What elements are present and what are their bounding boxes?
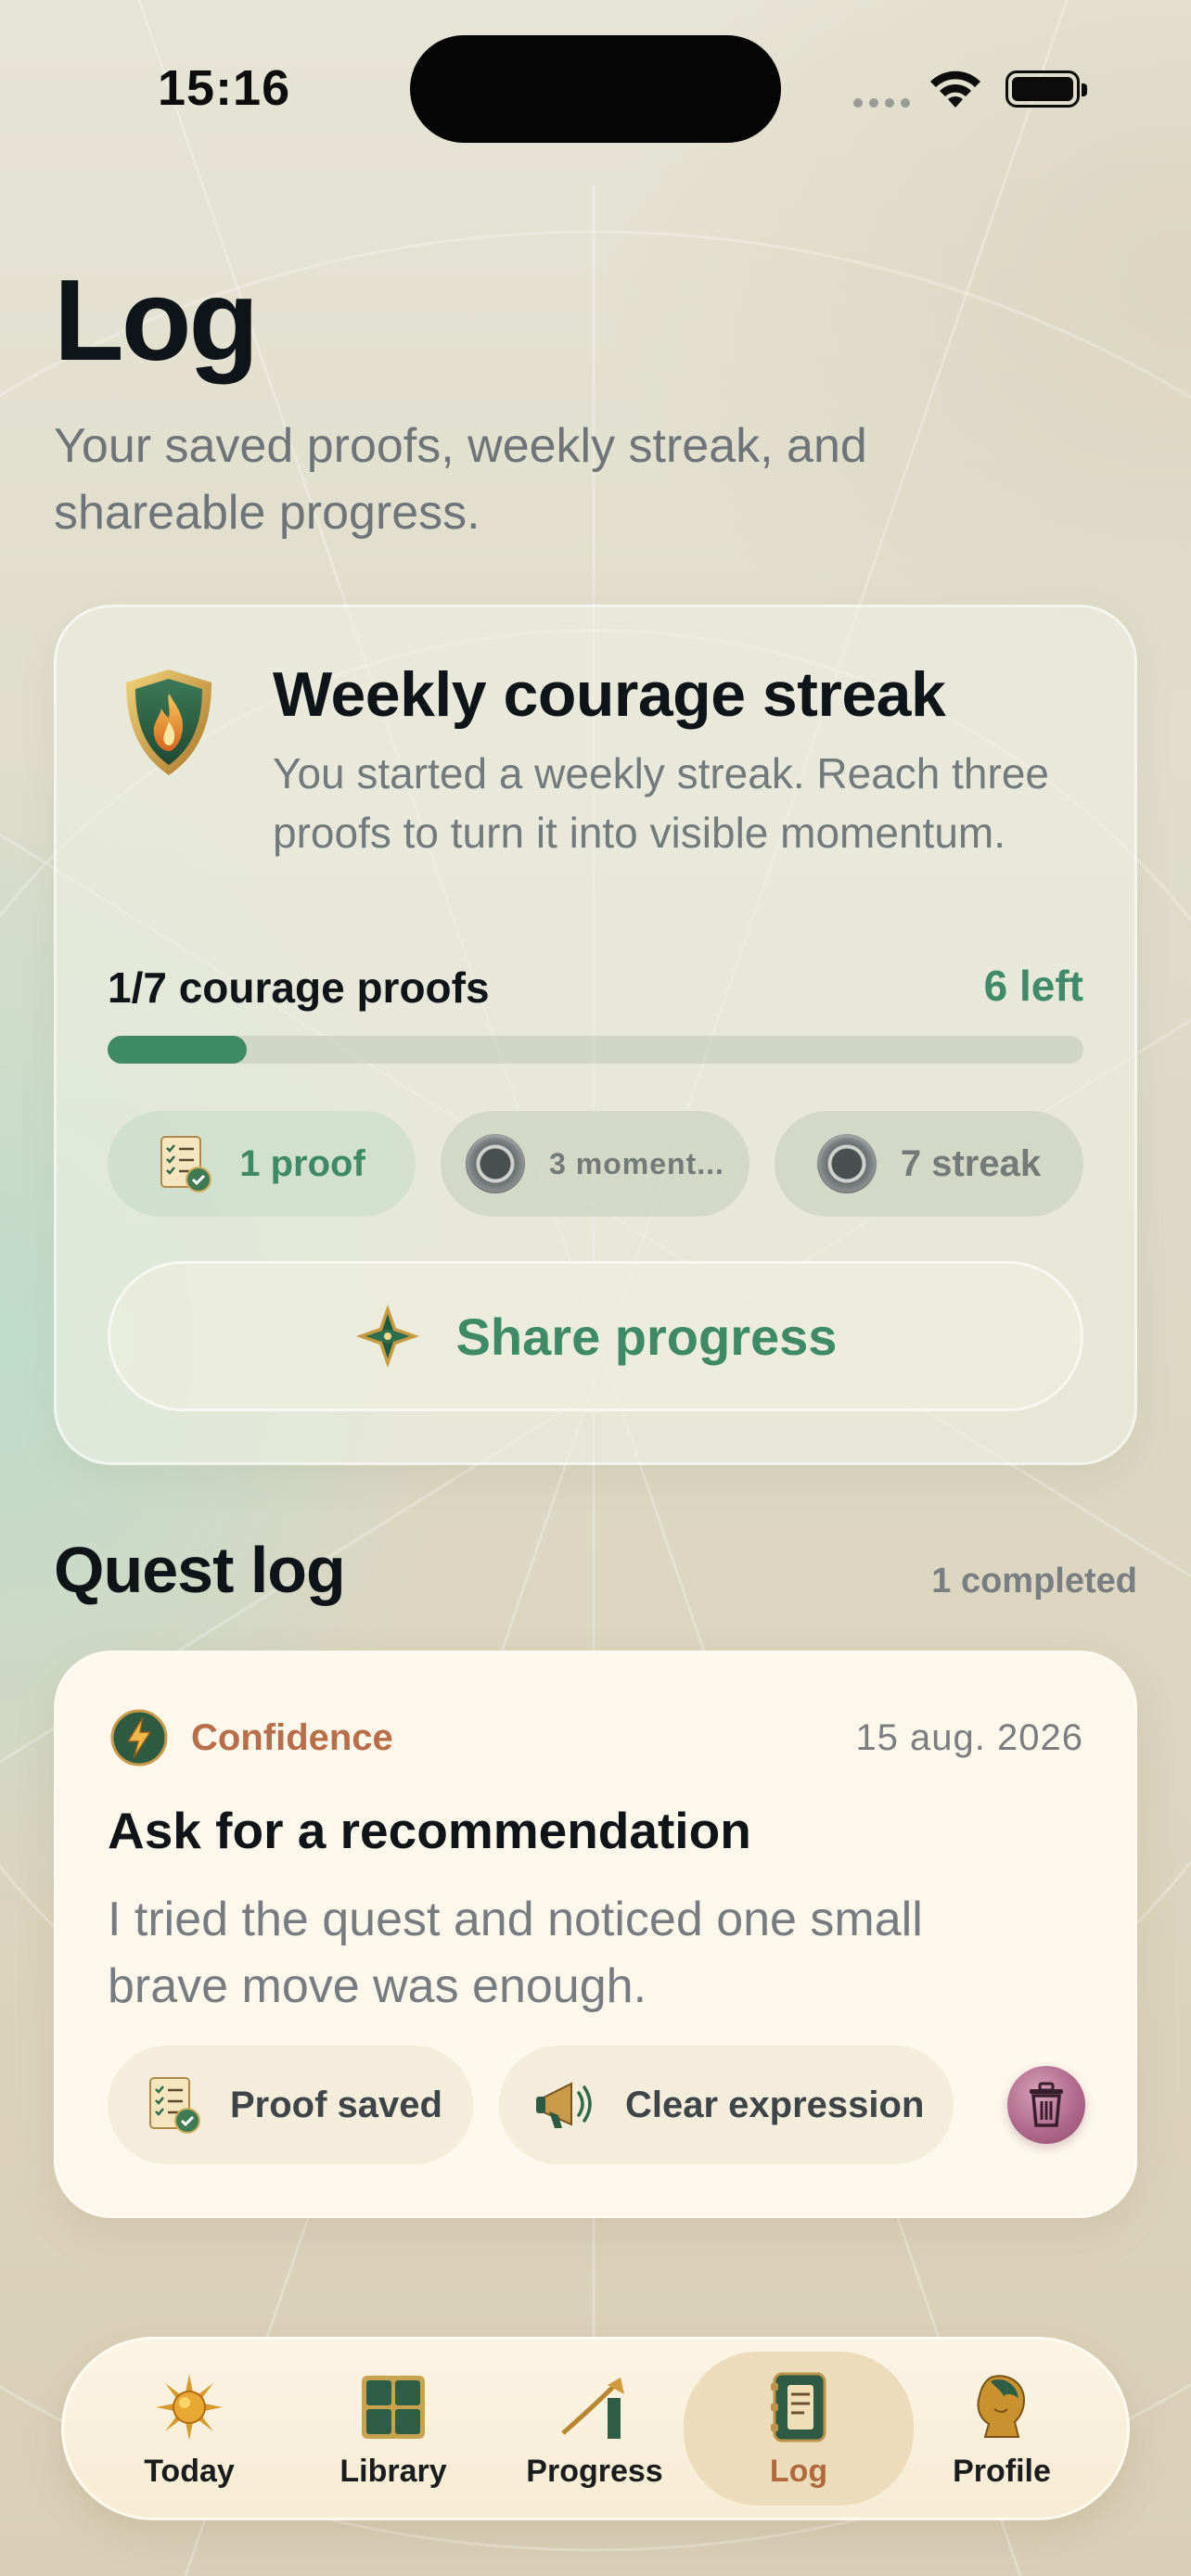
tag-proof-saved: Proof saved	[108, 2046, 473, 2164]
proofs-progress-label: 1/7 courage proofs	[108, 963, 490, 1012]
sun-icon	[156, 2374, 223, 2441]
tab-library[interactable]: Library	[319, 2352, 467, 2506]
tab-label: Library	[339, 2454, 447, 2489]
trash-icon	[1030, 2082, 1063, 2127]
battery-icon	[1005, 70, 1087, 108]
milestone-chip-label: 3 moment...	[549, 1146, 724, 1180]
share-progress-label: Share progress	[455, 1307, 838, 1366]
tab-label: Today	[144, 2454, 235, 2489]
quest-date: 15 aug. 2026	[855, 1717, 1083, 1758]
cellular-signal-icon	[853, 98, 910, 108]
tab-label: Progress	[526, 2454, 663, 2489]
streak-progress-fill	[108, 1036, 248, 1064]
tab-today[interactable]: Today	[115, 2352, 263, 2506]
milestone-chip-label: 1 proof	[239, 1142, 365, 1184]
checklist-icon	[160, 1136, 212, 1192]
milestone-chip-1-proof: 1 proof	[108, 1111, 416, 1217]
megaphone-icon	[536, 2082, 592, 2128]
quest-note: I tried the quest and noticed one small …	[108, 1893, 923, 2013]
grid-icon	[362, 2376, 425, 2439]
page-title: Log	[54, 257, 259, 385]
quest-title: Ask for a recommendation	[108, 1802, 751, 1859]
lightning-bolt-icon	[110, 1709, 168, 1766]
wifi-icon	[930, 70, 980, 108]
tag-label: Proof saved	[230, 2084, 442, 2125]
milestone-chip-3-moments: 3 moment...	[441, 1111, 749, 1217]
tab-label: Log	[769, 2454, 828, 2489]
tab-label: Profile	[953, 2454, 1051, 2489]
tab-progress[interactable]: Progress	[516, 2352, 673, 2506]
tab-profile[interactable]: Profile	[928, 2352, 1076, 2506]
journal-icon	[771, 2372, 826, 2442]
milestone-chip-7-streak: 7 streak	[775, 1111, 1083, 1217]
rising-arrow-icon	[561, 2378, 624, 2439]
delete-entry-button[interactable]	[1007, 2066, 1085, 2144]
tab-log[interactable]: Log	[684, 2352, 914, 2506]
dynamic-island	[410, 35, 781, 143]
share-progress-button[interactable]: Share progress	[108, 1261, 1083, 1411]
tag-label: Clear expression	[625, 2084, 925, 2125]
checklist-icon	[149, 2077, 200, 2134]
quest-category: Confidence	[191, 1717, 393, 1758]
quest-log-title: Quest log	[54, 1534, 346, 1606]
ring-icon	[466, 1134, 526, 1193]
status-time: 15:16	[158, 60, 291, 116]
streak-description: You started a weekly streak. Reach three…	[273, 749, 1049, 857]
compass-star-icon	[355, 1305, 419, 1368]
streak-progress-bar	[108, 1036, 1083, 1064]
streak-title: Weekly courage streak	[273, 659, 946, 730]
milestone-chip-label: 7 streak	[900, 1142, 1042, 1184]
page-subtitle: Your saved proofs, weekly streak, and sh…	[54, 419, 867, 540]
shield-flame-icon	[126, 670, 211, 775]
proofs-remaining-label: 6 left	[983, 962, 1083, 1010]
ring-icon	[816, 1134, 877, 1193]
quest-log-count: 1 completed	[931, 1562, 1137, 1600]
tag-clear-expression: Clear expression	[499, 2046, 954, 2164]
bust-icon	[977, 2375, 1026, 2438]
